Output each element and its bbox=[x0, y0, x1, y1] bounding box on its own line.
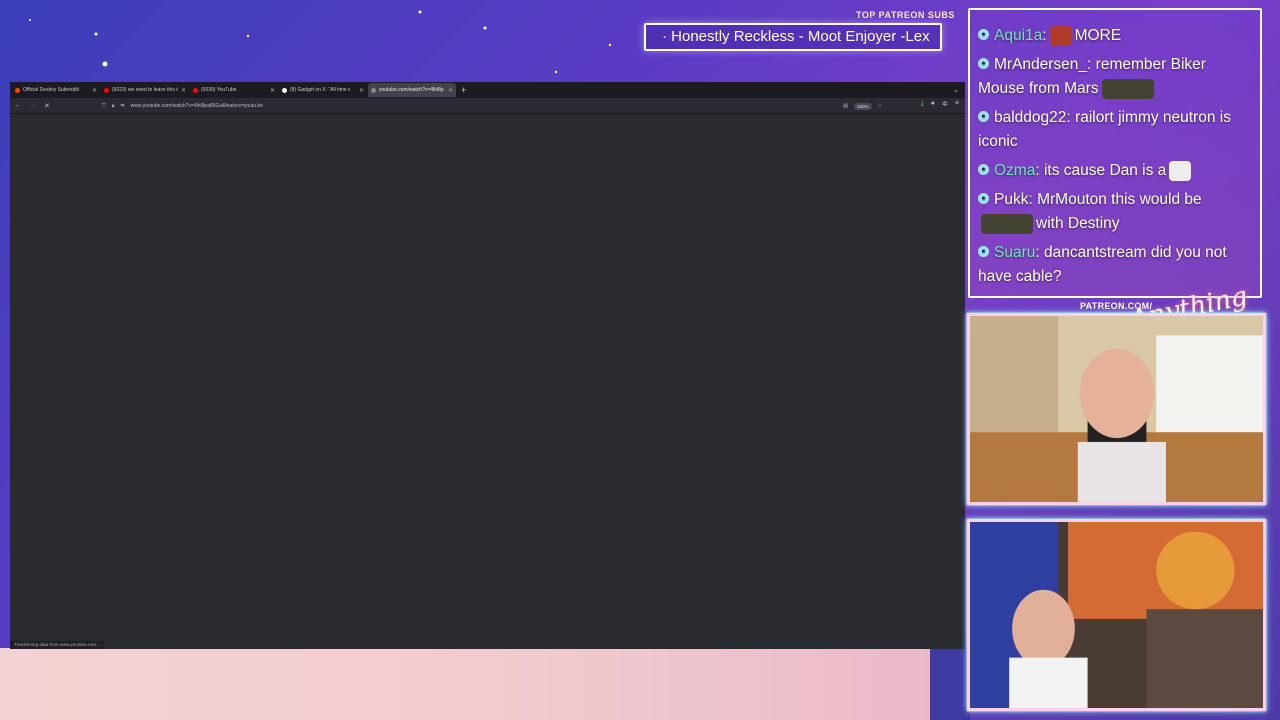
chevron-down-icon[interactable]: ⌄ bbox=[953, 86, 959, 94]
top-patreon-subs-label: TOP PATREON SUBS bbox=[856, 10, 955, 20]
chat-message: ● Pukk: MrMouton this would be with Desti… bbox=[978, 188, 1252, 236]
chat-username: Suaru bbox=[994, 244, 1036, 261]
status-bar: Transferring data from www.youtube.com..… bbox=[10, 641, 104, 649]
loading-icon bbox=[371, 87, 376, 93]
tab-title: (6023) we need to leave this to bbox=[112, 87, 178, 93]
sub-badge-icon: ● bbox=[978, 111, 989, 123]
reader-view-icon[interactable]: ▤ bbox=[843, 103, 848, 109]
youtube-icon bbox=[104, 87, 109, 93]
lock-icon[interactable]: 🔒︎ bbox=[112, 103, 115, 109]
stop-loading-icon[interactable]: ✕ bbox=[44, 102, 50, 110]
sub-badge-icon: ● bbox=[978, 29, 989, 41]
chat-text: with Destiny bbox=[1036, 215, 1120, 232]
forward-icon[interactable]: → bbox=[29, 102, 36, 109]
url-text[interactable]: www.youtube.com/watch?v=4lhl8pa86Gs&feat… bbox=[131, 103, 838, 109]
chat-text: its cause Dan is a bbox=[1043, 162, 1167, 179]
x-icon bbox=[282, 87, 287, 93]
menu-icon[interactable]: ≡ bbox=[955, 100, 959, 108]
page-content-area[interactable] bbox=[10, 114, 965, 649]
chat-message: ● MrAndersen_: remember Biker Mouse from … bbox=[978, 56, 1206, 99]
sub-badge-icon: ● bbox=[978, 164, 989, 176]
close-icon[interactable]: ✕ bbox=[181, 87, 186, 94]
chat-text: MrMouton this would be bbox=[1037, 191, 1202, 208]
reddit-icon bbox=[15, 87, 20, 93]
tab-youtube-loading[interactable]: youtube.com/watch?v=4lhl8p ✕ bbox=[368, 83, 456, 97]
bottom-decoration bbox=[0, 648, 965, 720]
sub-badge-icon: ● bbox=[978, 58, 989, 70]
chat-message: ● Ozma: its cause Dan is a bbox=[978, 159, 1252, 183]
sub-badge-icon: ● bbox=[978, 246, 989, 258]
emote-icon bbox=[1101, 78, 1154, 99]
tab-title: (8) Gadget on X: "All time c bbox=[290, 87, 351, 93]
tab-x-post[interactable]: (8) Gadget on X: "All time c ✕ bbox=[279, 83, 367, 97]
tab-destiny-subreddit[interactable]: Official Destiny Subreddit ✕ bbox=[12, 83, 100, 97]
url-bar[interactable]: ⛉ 🔒︎ ⇆ www.youtube.com/watch?v=4lhl8pa86… bbox=[102, 100, 882, 112]
webcam-top bbox=[967, 313, 1266, 505]
chat-message: ● Suaru: dancantstream did you not have c… bbox=[978, 244, 1227, 285]
close-icon[interactable]: ✕ bbox=[448, 87, 453, 94]
sub-badge-icon: ● bbox=[978, 193, 989, 205]
tab-title: youtube.com/watch?v=4lhl8p bbox=[379, 87, 444, 93]
shield-icon[interactable]: ⛉ bbox=[102, 103, 106, 109]
zoom-level[interactable]: 160% bbox=[854, 102, 872, 110]
download-icon[interactable]: ⤓ bbox=[921, 100, 924, 108]
tab-title: Official Destiny Subreddit bbox=[23, 87, 80, 93]
extension-icon[interactable]: ● bbox=[931, 100, 935, 108]
tab-title: (6030) YouTube bbox=[201, 87, 237, 93]
chat-message: ● balddog22: railort jimmy neutron is ico… bbox=[978, 109, 1231, 150]
close-icon[interactable]: ✕ bbox=[92, 87, 97, 94]
patreon-ticker: · Honestly Reckless - Moot Enjoyer -Lex bbox=[644, 23, 942, 51]
extensions-puzzle-icon[interactable]: ✲ bbox=[942, 100, 948, 108]
tab-bar: Official Destiny Subreddit ✕ (6023) we n… bbox=[10, 82, 965, 98]
permissions-icon[interactable]: ⇆ bbox=[120, 103, 124, 109]
toolbar-right: ⤓ ● ✲ ≡ bbox=[921, 100, 959, 108]
chat-message: ● Aqui1a: MORE bbox=[978, 24, 1252, 48]
webcam-bottom bbox=[967, 519, 1266, 711]
chat-panel: ● Aqui1a: MORE ● MrAndersen_: remember Bike… bbox=[968, 8, 1262, 298]
chat-username: Ozma bbox=[994, 162, 1036, 179]
chat-username: Aqui1a bbox=[994, 27, 1043, 44]
tab-youtube-home[interactable]: (6030) YouTube ✕ bbox=[190, 83, 278, 97]
tab-youtube-video[interactable]: (6023) we need to leave this to ✕ bbox=[101, 83, 189, 97]
chat-username: Pukk bbox=[994, 191, 1029, 208]
emote-icon bbox=[1169, 160, 1192, 181]
new-tab-button[interactable]: + bbox=[457, 85, 470, 95]
emote-icon bbox=[1049, 25, 1072, 46]
chat-text: MORE bbox=[1074, 27, 1122, 44]
close-icon[interactable]: ✕ bbox=[359, 87, 364, 94]
chat-username: MrAndersen_ bbox=[994, 56, 1088, 73]
youtube-icon bbox=[193, 87, 198, 93]
close-icon[interactable]: ✕ bbox=[270, 87, 275, 94]
back-icon[interactable]: ← bbox=[14, 102, 21, 109]
bookmark-star-icon[interactable]: ☆ bbox=[878, 103, 882, 109]
chat-username: balddog22 bbox=[994, 109, 1067, 126]
emote-icon bbox=[981, 213, 1033, 234]
bottom-right-decoration bbox=[930, 648, 970, 720]
browser-window: Official Destiny Subreddit ✕ (6023) we n… bbox=[10, 82, 965, 649]
